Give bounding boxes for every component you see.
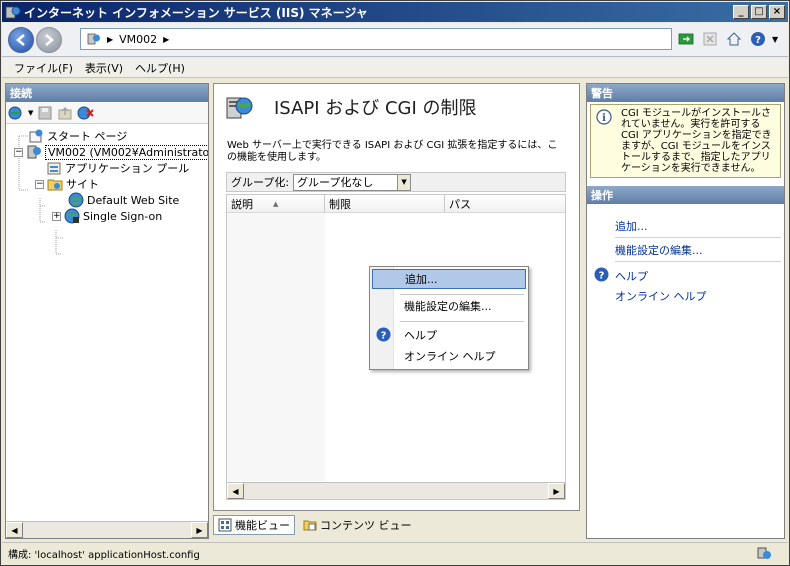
network-status-icon <box>757 547 771 559</box>
svg-text:?: ? <box>599 271 605 282</box>
address-input[interactable]: ▶ VM002 ▶ <box>80 28 672 50</box>
expand-icon[interactable]: + <box>52 211 61 221</box>
feature-description: Web サーバー上で実行できる ISAPI および CGI 拡張を指定するには、… <box>227 140 558 163</box>
isapi-cgi-icon <box>226 97 253 119</box>
breadcrumb-arrow-icon: ▶ <box>107 34 114 44</box>
tree-node-default-web-site[interactable]: Default Web Site <box>68 192 179 208</box>
scroll-left-icon[interactable]: ◀ <box>6 522 23 538</box>
collapse-icon[interactable]: − <box>35 179 44 189</box>
scroll-right-icon[interactable]: ▶ <box>191 522 208 538</box>
status-bar: 構成: 'localhost' applicationHost.config <box>2 542 788 564</box>
menu-file[interactable]: ファイル(F) <box>14 60 73 76</box>
svg-text:i: i <box>602 113 606 124</box>
forward-button[interactable] <box>36 27 62 53</box>
connect-dropdown-icon[interactable]: ▼ <box>28 109 33 117</box>
refresh-icon[interactable] <box>676 29 696 49</box>
help-icon: ? <box>594 267 609 282</box>
sort-ascending-icon: ▲ <box>273 199 279 208</box>
context-menu-help[interactable]: ? ヘルプ <box>372 325 526 345</box>
stop-icon[interactable] <box>700 29 720 49</box>
app-pool-icon <box>47 162 61 175</box>
menu-help[interactable]: ヘルプ(H) <box>135 60 185 76</box>
alerts-header: 警告 <box>587 84 784 102</box>
alert-message: CGI モジュールがインストールされていません。実行を許可する CGI アプリケ… <box>621 108 772 174</box>
group-by-bar: グループ化: グループ化なし ▼ <box>226 172 566 192</box>
window-title: インターネット インフォメーション サービス (IIS) マネージャ <box>24 5 368 20</box>
menu-view[interactable]: 表示(V) <box>85 60 123 76</box>
list-hscrollbar[interactable]: ◀ ▶ <box>227 482 565 499</box>
title-bar: インターネット インフォメーション サービス (IIS) マネージャ _ □ × <box>2 2 788 22</box>
close-button[interactable]: × <box>769 5 785 19</box>
connections-toolbar: ▼ <box>6 102 208 124</box>
svg-text:?: ? <box>381 331 387 342</box>
feature-title: ISAPI および CGI の制限 <box>274 98 477 119</box>
menu-bar: ファイル(F) 表示(V) ヘルプ(H) <box>2 58 788 78</box>
context-menu-add[interactable]: 追加... <box>372 269 526 289</box>
back-arrow-icon <box>16 34 25 46</box>
action-edit-settings[interactable]: 機能設定の編集... <box>615 242 703 258</box>
chevron-down-icon[interactable]: ▼ <box>397 174 411 190</box>
iis-app-icon <box>5 6 21 19</box>
features-view-icon <box>218 518 232 532</box>
column-path[interactable]: パス <box>445 195 565 212</box>
globe-icon <box>64 208 80 224</box>
column-restriction[interactable]: 制限 <box>325 195 445 212</box>
connections-panel: 接続 ▼ スタート ページ − VM002 (VM002¥Administrat… <box>5 83 209 539</box>
actions-header: 操作 <box>587 186 784 204</box>
tree-node-single-sign-on[interactable]: + Single Sign-on <box>52 208 162 224</box>
cgi-alert: i CGI モジュールがインストールされていません。実行を許可する CGI アプ… <box>590 104 781 178</box>
scroll-right-icon[interactable]: ▶ <box>548 483 565 499</box>
save-icon[interactable] <box>37 105 53 121</box>
context-menu-edit-settings[interactable]: 機能設定の編集... <box>372 296 526 316</box>
globe-icon <box>68 192 84 208</box>
info-icon: i <box>596 109 612 125</box>
view-tabs: 機能ビュー コンテンツ ビュー <box>213 514 416 536</box>
tree-node-server[interactable]: − VM002 (VM002¥Administrator) <box>14 144 208 160</box>
address-bar: ▶ VM002 ▶ ? ▼ <box>2 23 788 57</box>
home-icon[interactable] <box>724 29 744 49</box>
server-icon <box>27 145 41 159</box>
breadcrumb-arrow-icon[interactable]: ▶ <box>163 35 169 44</box>
column-description[interactable]: 説明 ▲ <box>227 195 325 212</box>
list-column-headers: 説明 ▲ 制限 パス <box>227 195 565 213</box>
group-by-select[interactable]: グループ化なし ▼ <box>293 173 412 191</box>
help-dropdown-icon[interactable]: ▼ <box>772 35 778 44</box>
tab-content-view[interactable]: コンテンツ ビュー <box>299 515 416 535</box>
minimize-button[interactable]: _ <box>733 5 749 19</box>
connect-icon[interactable] <box>8 105 24 121</box>
help-icon: ? <box>376 327 391 342</box>
connections-tree: スタート ページ − VM002 (VM002¥Administrator) ア… <box>6 124 208 512</box>
address-path: VM002 <box>119 32 158 46</box>
sites-folder-icon <box>47 179 63 191</box>
tree-node-start-page[interactable]: スタート ページ <box>28 128 127 144</box>
context-menu: 追加... 機能設定の編集... ? ヘルプ オンライン ヘルプ <box>369 266 529 370</box>
action-online-help[interactable]: オンライン ヘルプ <box>615 288 707 304</box>
connections-header: 接続 <box>6 84 208 102</box>
group-by-label: グループ化: <box>231 176 290 189</box>
action-add[interactable]: 追加... <box>615 218 648 234</box>
forward-arrow-icon <box>45 34 54 46</box>
connections-hscrollbar[interactable]: ◀ ▶ <box>6 521 208 538</box>
disconnect-icon[interactable] <box>77 105 95 121</box>
iis-manager-window: インターネット インフォメーション サービス (IIS) マネージャ _ □ ×… <box>0 0 790 566</box>
start-page-icon <box>29 129 43 143</box>
status-text: 構成: 'localhost' applicationHost.config <box>8 550 200 561</box>
up-folder-icon[interactable] <box>57 105 73 121</box>
tab-features-view[interactable]: 機能ビュー <box>213 515 295 535</box>
help-icon[interactable]: ? <box>748 29 768 49</box>
server-icon <box>87 33 100 45</box>
back-button[interactable] <box>8 27 34 53</box>
scroll-left-icon[interactable]: ◀ <box>227 483 244 499</box>
tree-node-sites[interactable]: − サイト <box>35 176 99 192</box>
svg-text:?: ? <box>755 35 761 46</box>
action-help[interactable]: ヘルプ <box>615 268 648 284</box>
content-view-icon <box>303 520 317 531</box>
tree-node-app-pools[interactable]: アプリケーション プール <box>46 160 189 176</box>
collapse-icon[interactable]: − <box>14 147 23 157</box>
actions-panel: 警告 i CGI モジュールがインストールされていません。実行を許可する CGI… <box>586 83 785 539</box>
maximize-button[interactable]: □ <box>751 5 767 19</box>
context-menu-online-help[interactable]: オンライン ヘルプ <box>372 346 526 366</box>
